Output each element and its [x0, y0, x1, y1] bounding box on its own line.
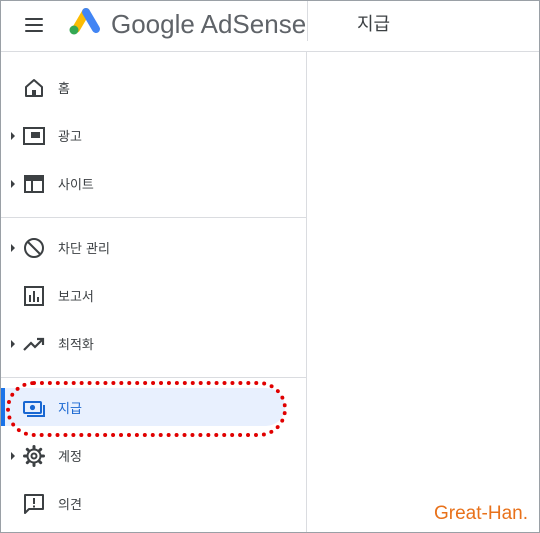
sidebar-item-ads[interactable]: 광고 [1, 112, 306, 160]
sidebar-item-blocking-controls[interactable]: 차단 관리 [1, 224, 306, 272]
google-adsense-logo-icon [69, 8, 100, 35]
sidebar-item-optimization[interactable]: 최적화 [1, 320, 306, 368]
top-app-bar: Google AdSense 지급 [1, 1, 539, 52]
active-item-background [5, 388, 285, 426]
sidebar-item-label: 최적화 [58, 338, 94, 353]
sidebar-item-reports[interactable]: 보고서 [1, 272, 306, 320]
reports-icon [24, 286, 44, 306]
brand-name[interactable]: Google AdSense [111, 9, 306, 40]
sidebar-item-label: 지급 [58, 402, 82, 417]
ads-icon [23, 127, 45, 145]
sidebar-item-label: 계정 [58, 450, 82, 465]
expand-caret-icon[interactable] [11, 340, 15, 348]
feedback-icon [24, 494, 44, 514]
active-item-indicator [1, 388, 5, 426]
sidebar-item-label: 홈 [58, 82, 70, 97]
hamburger-menu-icon[interactable] [23, 15, 47, 35]
sidebar-item-account[interactable]: 계정 [1, 432, 306, 480]
payments-icon [23, 401, 45, 417]
home-icon [25, 79, 43, 97]
expand-caret-icon[interactable] [11, 452, 15, 460]
section-divider [1, 377, 306, 378]
page-title: 지급 [357, 14, 391, 35]
sidebar-item-feedback[interactable]: 의견 [1, 480, 306, 528]
sites-icon [24, 175, 44, 193]
sidebar-item-sites[interactable]: 사이트 [1, 160, 306, 208]
watermark-text: Great-Han. [434, 503, 528, 524]
settings-gear-icon [23, 445, 45, 467]
sidebar-nav: 홈 광고 사이트 차단 관리 보고서 최적화 지급 계정 의견 [1, 52, 307, 532]
sidebar-item-label: 차단 관리 [58, 242, 110, 257]
main-content-area [308, 52, 539, 532]
expand-caret-icon[interactable] [11, 132, 15, 140]
block-icon [24, 238, 44, 258]
expand-caret-icon[interactable] [11, 244, 15, 252]
sidebar-item-label: 사이트 [58, 178, 94, 193]
sidebar-item-payments[interactable]: 지급 [1, 384, 306, 432]
section-divider [1, 217, 306, 218]
sidebar-item-label: 보고서 [58, 290, 94, 305]
sidebar-item-label: 광고 [58, 130, 82, 145]
header-divider [307, 1, 308, 41]
trending-up-icon [23, 337, 45, 351]
sidebar-item-label: 의견 [58, 498, 82, 513]
expand-caret-icon[interactable] [11, 180, 15, 188]
sidebar-item-home[interactable]: 홈 [1, 64, 306, 112]
